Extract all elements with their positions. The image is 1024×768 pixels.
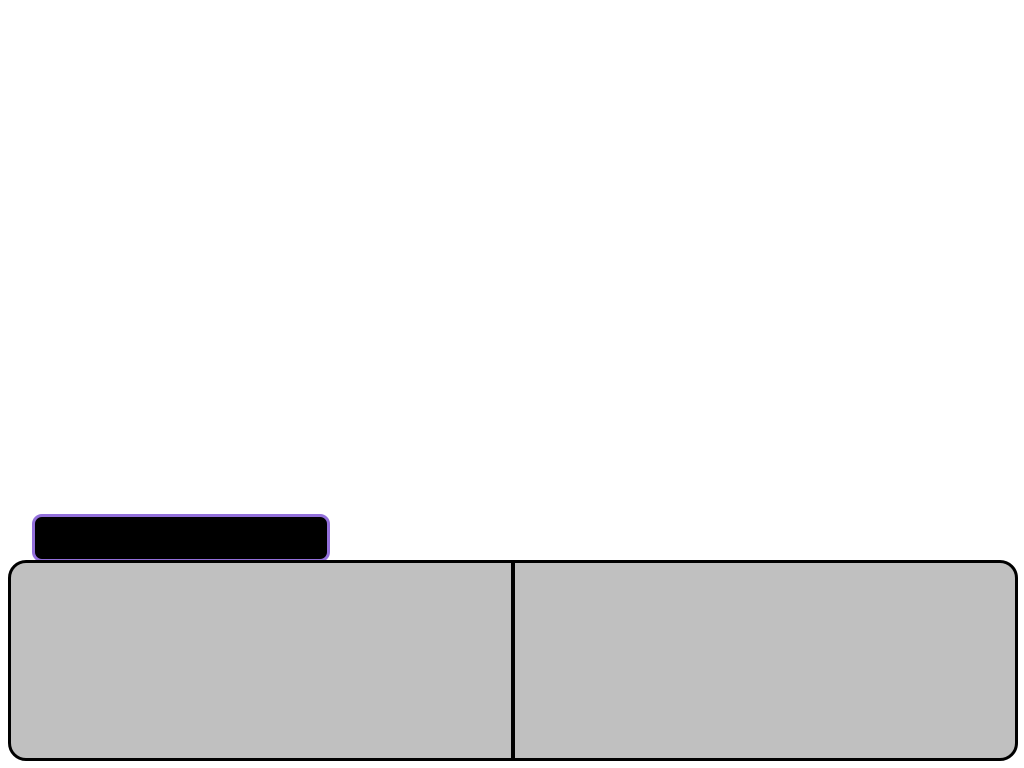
dialogue-left-pane[interactable] [11, 563, 511, 758]
game-screen [0, 0, 1024, 768]
speaker-name-box [32, 514, 330, 562]
dialogue-right-pane[interactable] [515, 563, 1015, 758]
dialogue-panel[interactable] [8, 560, 1018, 761]
